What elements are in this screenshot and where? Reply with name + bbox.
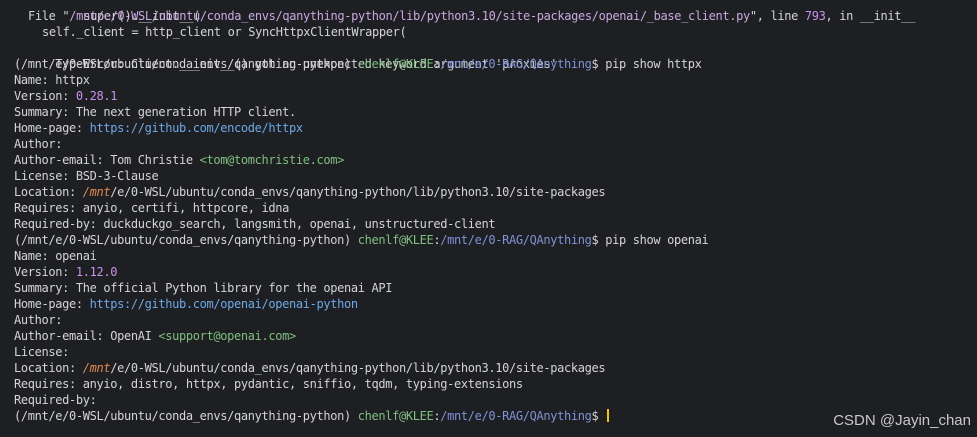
field-version: Version: 1.12.0: [14, 264, 977, 280]
field-label: Home-page:: [14, 297, 83, 311]
field-label: Location:: [14, 185, 76, 199]
author-name: Tom Christie: [110, 153, 193, 167]
field-label: Version:: [14, 265, 69, 279]
traceback-code-text: self._client = http_client or SyncHttpxC…: [42, 25, 407, 39]
field-requires: Requires: anyio, distro, httpx, pydantic…: [14, 376, 977, 392]
prompt-user-host: chenlf@KLEE: [357, 409, 434, 423]
field-license: License:: [14, 344, 977, 360]
field-requires: Requires: anyio, certifi, httpcore, idna: [14, 200, 977, 216]
field-author-email: Author-email: OpenAI <support@openai.com…: [14, 328, 977, 344]
field-summary: Summary: The official Python library for…: [14, 280, 977, 296]
prompt-line: (/mnt/e/0-WSL/ubuntu/conda_envs/qanythin…: [14, 56, 977, 72]
watermark: CSDN @Jayin_chan: [833, 412, 971, 429]
text-cursor: [607, 409, 610, 422]
field-label: Requires:: [14, 201, 76, 215]
version-value: 1.12.0: [75, 265, 118, 279]
field-license: License: BSD-3-Clause: [14, 168, 977, 184]
field-label: Author-email:: [14, 329, 104, 343]
traceback-line: super().__init__(: [14, 0, 977, 23]
error-line: TypeError: Client.__init__() got an unex…: [14, 40, 977, 71]
field-value: BSD-3-Clause: [75, 169, 159, 183]
terminal-output: super().__init__( File "/mnt/e/0-WSL/ubu…: [14, 0, 977, 424]
location-root: /mnt: [82, 361, 111, 375]
field-author: Author:: [14, 136, 977, 152]
email-link[interactable]: <tom@tomchristie.com>: [200, 153, 345, 167]
field-value: The next generation HTTP client.: [75, 105, 296, 119]
homepage-link[interactable]: https://github.com/openai/openai-python: [90, 297, 358, 311]
field-location: Location: /mnt/e/0-WSL/ubuntu/conda_envs…: [14, 184, 977, 200]
traceback-file-middle: ", line: [749, 9, 805, 23]
field-value: The official Python library for the open…: [75, 281, 393, 295]
field-author-email: Author-email: Tom Christie <tom@tomchris…: [14, 152, 977, 168]
prompt-dollar: $: [591, 409, 599, 423]
field-label: Version:: [14, 89, 69, 103]
field-label: Required-by:: [14, 393, 97, 407]
traceback-file-suffix: , in __init__: [825, 9, 915, 23]
prompt-dollar: $: [591, 233, 599, 247]
field-label: License:: [14, 169, 69, 183]
prompt-user-host: chenlf@KLEE: [357, 233, 434, 247]
field-name: Name: httpx: [14, 72, 977, 88]
command-text: pip show httpx: [605, 57, 702, 71]
prompt-cwd: /mnt/e/0-RAG/QAnything: [440, 233, 592, 247]
field-label: License:: [14, 345, 69, 359]
field-required-by: Required-by:: [14, 392, 977, 408]
prompt-line: (/mnt/e/0-WSL/ubuntu/conda_envs/qanythin…: [14, 232, 977, 248]
field-value: openai: [55, 249, 97, 263]
field-homepage: Home-page: https://github.com/openai/ope…: [14, 296, 977, 312]
field-value: anyio, distro, httpx, pydantic, sniffio,…: [82, 377, 523, 391]
prompt-cwd: /mnt/e/0-RAG/QAnything: [440, 57, 592, 71]
field-value: anyio, certifi, httpcore, idna: [82, 201, 290, 215]
field-label: Required-by:: [14, 217, 97, 231]
prompt-cwd: /mnt/e/0-RAG/QAnything: [440, 409, 592, 423]
field-label: Location:: [14, 361, 76, 375]
traceback-file-path: /mnt/e/0-WSL/ubuntu/conda_envs/qanything…: [69, 9, 750, 23]
field-value: httpx: [55, 73, 90, 87]
field-version: Version: 0.28.1: [14, 88, 977, 104]
field-author: Author:: [14, 312, 977, 328]
field-label: Author:: [14, 137, 63, 151]
field-value: duckduckgo_search, langsmith, openai, un…: [103, 217, 496, 231]
prompt-dollar: $: [591, 57, 599, 71]
prompt-env: (/mnt/e/0-WSL/ubuntu/conda_envs/qanythin…: [14, 57, 351, 71]
prompt-env: (/mnt/e/0-WSL/ubuntu/conda_envs/qanythin…: [14, 409, 351, 423]
email-link[interactable]: <support@openai.com>: [158, 329, 296, 343]
field-label: Name:: [14, 73, 49, 87]
location-path: /e/0-WSL/ubuntu/conda_envs/qanything-pyt…: [110, 185, 606, 199]
author-name: OpenAI: [110, 329, 152, 343]
traceback-line-number: 793: [804, 9, 826, 23]
traceback-file-line: File "/mnt/e/0-WSL/ubuntu/conda_envs/qan…: [14, 8, 977, 24]
field-label: Author:: [14, 313, 63, 327]
field-summary: Summary: The next generation HTTP client…: [14, 104, 977, 120]
command-text: pip show openai: [605, 233, 709, 247]
field-label: Summary:: [14, 281, 69, 295]
version-value: 0.28.1: [75, 89, 118, 103]
location-root: /mnt: [82, 185, 111, 199]
field-location: Location: /mnt/e/0-WSL/ubuntu/conda_envs…: [14, 360, 977, 376]
prompt-user-host: chenlf@KLEE: [357, 57, 434, 71]
traceback-file-prefix: File ": [28, 9, 70, 23]
field-homepage: Home-page: https://github.com/encode/htt…: [14, 120, 977, 136]
field-label: Requires:: [14, 377, 76, 391]
prompt-env: (/mnt/e/0-WSL/ubuntu/conda_envs/qanythin…: [14, 233, 351, 247]
homepage-link[interactable]: https://github.com/encode/httpx: [90, 121, 303, 135]
field-label: Home-page:: [14, 121, 83, 135]
field-label: Summary:: [14, 105, 69, 119]
field-label: Name:: [14, 249, 49, 263]
terminal-window[interactable]: super().__init__( File "/mnt/e/0-WSL/ubu…: [0, 0, 977, 437]
field-required-by: Required-by: duckduckgo_search, langsmit…: [14, 216, 977, 232]
field-label: Author-email:: [14, 153, 104, 167]
traceback-code-line: self._client = http_client or SyncHttpxC…: [14, 24, 977, 40]
location-path: /e/0-WSL/ubuntu/conda_envs/qanything-pyt…: [110, 361, 606, 375]
field-name: Name: openai: [14, 248, 977, 264]
